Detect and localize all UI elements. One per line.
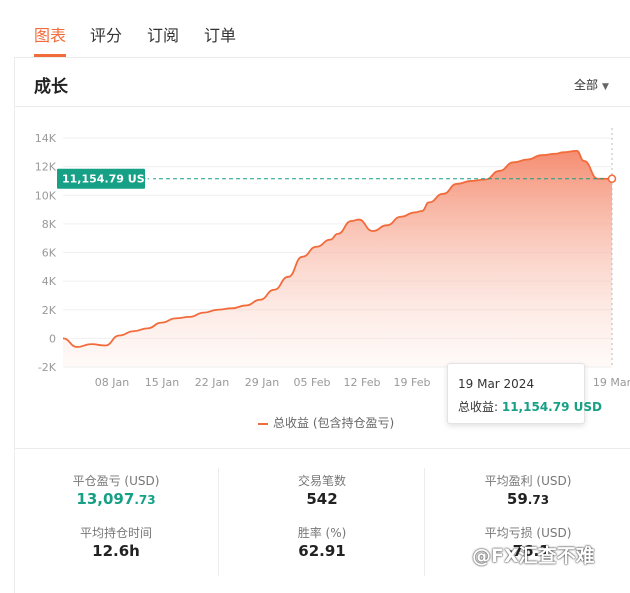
stat-avg-loss-label: 平均亏损 (USD) [484,526,572,540]
stat-avg-hold-label: 平均持仓时间 [79,526,153,540]
stat-trades-value: 542 [306,490,338,508]
current-value-label: 11,154.79 USD [62,173,154,186]
tab-orders[interactable]: 订单 [204,22,236,46]
stat-closed-pnl-label: 平仓盈亏 (USD) [72,474,160,488]
x-tick-label: 12 Feb [344,376,381,389]
x-tick-label: 19 Feb [394,376,431,389]
tab-rating[interactable]: 评分 [90,22,122,46]
section-title: 成长 [34,77,68,97]
x-tick-label: 19 Mar [593,376,630,389]
tab-bar: 图表 评分 订阅 订单 [0,0,630,58]
x-tick-label: 22 Jan [195,376,229,389]
x-tick-label: 15 Jan [145,376,179,389]
y-tick-label: 12K [35,161,57,174]
stat-avg-profit-dec: .73 [527,493,550,507]
tooltip-value: 11,154.79 USD [501,400,602,414]
watermark: @FX汇查不难 [472,545,595,567]
hover-point [607,174,617,183]
stat-avg-profit-label: 平均盈利 (USD) [484,474,572,488]
range-filter-label: 全部 [574,78,599,92]
y-tick-label: 0 [49,332,56,345]
stat-closed-pnl-dec: .73 [134,493,156,507]
stat-avg-profit-value: 59.73 [507,490,549,508]
tab-subscribe[interactable]: 订阅 [147,22,179,46]
y-tick-label: 10K [35,189,57,202]
chart-legend[interactable]: 总收益 (包含持仓盈亏) [258,414,394,431]
stat-avg-hold-value: 12.6h [92,542,140,560]
title-divider [15,106,630,107]
stat-winrate-label: 胜率 (%) [297,526,347,540]
tooltip-date: 19 Mar 2024 [458,377,535,391]
y-tick-label: 6K [42,247,57,260]
tooltip-label: 总收益: [458,400,502,414]
legend-label: 总收益 (包含持仓盈亏) [273,416,395,430]
y-tick-label: 14K [35,132,57,145]
y-tick-label: 2K [42,304,57,317]
y-axis: 14K 12K 10K 8K 6K 4K 2K 0 -2K [35,132,57,374]
current-value-badge: 11,154.79 USD [57,168,154,189]
stat-winrate-value: 62.91 [298,542,346,560]
tab-chart[interactable]: 图表 [34,22,66,46]
y-tick-label: 4K [42,275,57,288]
stats-column-divider [424,468,425,576]
x-tick-label: 08 Jan [95,376,129,389]
tooltip-row: 总收益: 11,154.79 USD [458,398,602,415]
stat-closed-pnl-value: 13,097.73 [76,490,155,508]
x-tick-label: 05 Feb [294,376,331,389]
stats-divider [15,448,630,449]
y-tick-label: -2K [38,361,57,374]
x-tick-label: 29 Jan [245,376,279,389]
stat-avg-profit-int: 59 [506,490,528,508]
stat-closed-pnl-int: 13,097 [76,490,135,508]
chart-tooltip: 19 Mar 2024 总收益: 11,154.79 USD [447,363,602,424]
range-filter-dropdown[interactable]: 全部 ▼ [574,76,609,93]
stat-trades-label: 交易笔数 [297,474,347,488]
y-tick-label: 8K [42,218,57,231]
chevron-down-icon: ▼ [602,82,609,92]
stats-column-divider [218,468,219,576]
legend-swatch [258,422,268,425]
